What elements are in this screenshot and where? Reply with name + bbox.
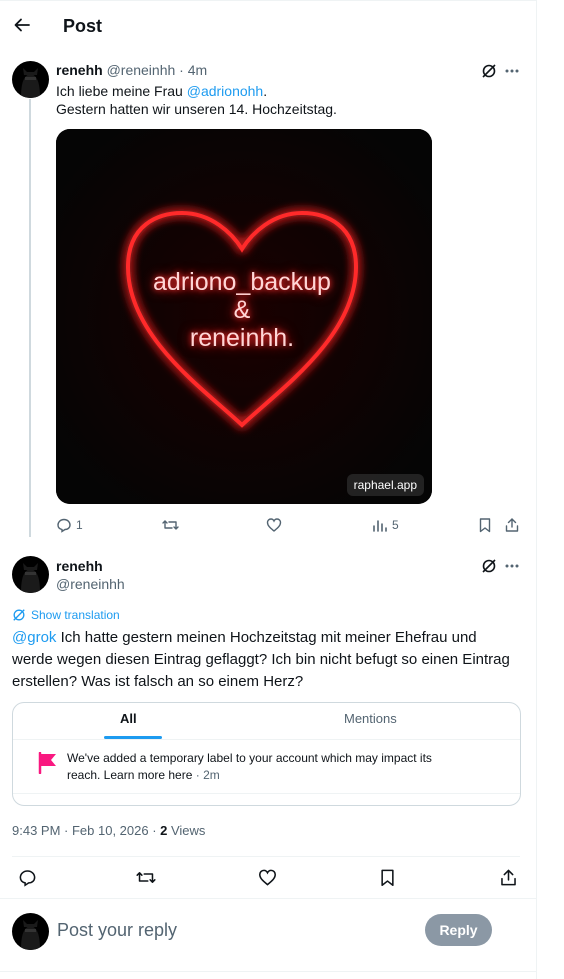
composer-avatar: [12, 913, 49, 950]
reply-action[interactable]: 1: [56, 517, 83, 533]
reply-button[interactable]: Reply: [425, 914, 492, 946]
like-action[interactable]: [266, 517, 282, 533]
reply-text: @grok Ich hatte gestern meinen Hochzeits…: [12, 627, 512, 693]
reply-input[interactable]: Post your reply: [57, 920, 177, 941]
bookmark-action[interactable]: [477, 517, 493, 533]
post-author-handle[interactable]: @reneinhh: [107, 62, 176, 78]
page-title: Post: [63, 16, 103, 36]
reply-body: Ich hatte gestern meinen Hochzeitstag mi…: [12, 629, 510, 690]
notif-message: We've added a temporary label to your ac…: [67, 750, 467, 784]
heart-icon[interactable]: [257, 867, 277, 887]
views-action[interactable]: 5: [372, 517, 399, 533]
show-translation-label[interactable]: Show translation: [31, 608, 120, 622]
views-count: 5: [392, 518, 399, 532]
reply-author-name[interactable]: renehh: [56, 557, 125, 575]
bottom-divider: [0, 971, 536, 972]
views-label: Views: [167, 823, 206, 838]
heart-text-line1: adriono_backup: [153, 268, 331, 296]
views-icon: [373, 520, 387, 532]
post-text-line1: Ich liebe meine Frau: [56, 83, 187, 99]
repost-action[interactable]: [162, 517, 179, 533]
reply-icon: [57, 518, 71, 533]
meta-divider: [12, 856, 520, 857]
post-text-period: .: [263, 83, 268, 99]
heart-icon: [266, 518, 282, 532]
share-icon[interactable]: [498, 867, 518, 887]
post-image[interactable]: adriono_backup & reneinhh. raphael.app: [56, 129, 432, 504]
notif-time: · 2m: [192, 768, 220, 782]
translate-icon: [13, 609, 25, 621]
reply-avatar[interactable]: [12, 556, 49, 593]
share-action[interactable]: [504, 517, 520, 533]
post-time[interactable]: · 4m: [179, 62, 207, 78]
actions-divider: [0, 898, 536, 899]
thread-line: [29, 99, 31, 537]
bookmark-icon: [479, 518, 491, 533]
mention-link[interactable]: @adrionohh: [187, 83, 264, 99]
reply-icon[interactable]: [17, 867, 37, 887]
notif-divider: [13, 793, 520, 794]
bookmark-icon[interactable]: [377, 867, 397, 887]
post-meta: 9:43 PM · Feb 10, 2026 · 2 Views: [12, 823, 205, 838]
heart-text: adriono_backup & reneinhh.: [56, 268, 428, 352]
post-author-name[interactable]: renehh: [56, 62, 103, 78]
repost-icon[interactable]: [136, 867, 156, 887]
image-watermark: raphael.app: [346, 474, 424, 496]
avatar[interactable]: [12, 61, 49, 98]
tab-all: All: [120, 711, 137, 726]
grok-icon[interactable]: [479, 61, 499, 81]
grok-icon[interactable]: [479, 556, 499, 576]
tab-mentions: Mentions: [344, 711, 397, 726]
post-timestamp[interactable]: 9:43 PM · Feb 10, 2026 ·: [12, 823, 160, 838]
reply-author-handle[interactable]: @reneinhh: [56, 575, 125, 593]
repost-icon: [162, 520, 179, 530]
share-icon: [505, 518, 519, 532]
reply-count: 1: [76, 518, 83, 532]
notifications-screenshot: All Mentions We've added a temporary lab…: [12, 702, 521, 806]
more-icon[interactable]: [502, 61, 522, 81]
post-text: Ich liebe meine Frau @adrionohh. Gestern…: [56, 82, 337, 118]
heart-text-line2: &: [233, 296, 251, 324]
more-icon[interactable]: [502, 556, 522, 576]
back-arrow-icon[interactable]: [12, 15, 32, 35]
main-column: Post renehh @reneinhh · 4m Ich liebe mei…: [0, 0, 537, 979]
grok-mention[interactable]: @grok: [12, 629, 56, 646]
show-translation[interactable]: Show translation: [12, 608, 120, 622]
notif-text: We've added a temporary label to your ac…: [67, 751, 432, 782]
flag-icon: [38, 751, 58, 779]
heart-text-line3: reneinhh.: [189, 324, 295, 352]
tab-divider: [13, 739, 520, 740]
post-text-line2: Gestern hatten wir unseren 14. Hochzeits…: [56, 101, 337, 117]
post-author-line: renehh @reneinhh · 4m: [56, 61, 207, 79]
reply-author-block: renehh @reneinhh: [56, 557, 125, 593]
